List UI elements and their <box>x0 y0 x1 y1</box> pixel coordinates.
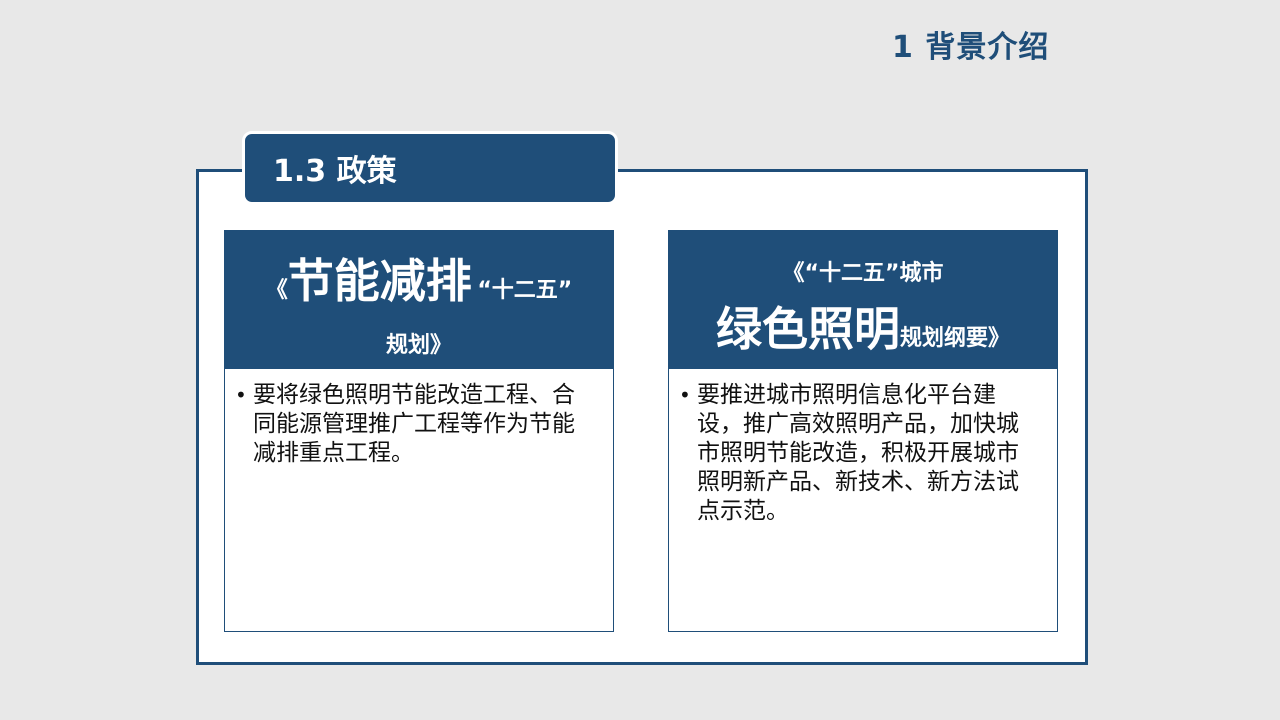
card-header-line2: 规划》 <box>385 333 452 358</box>
slide-title: 1 背景介绍 <box>892 30 1050 65</box>
card-header-suffix: 规划纲要》 <box>899 326 1010 351</box>
card-header: 《节能减排 “十二五” 规划》 <box>225 231 613 369</box>
card-header-line1: 《节能减排 “十二五” <box>225 245 613 311</box>
card-header-main: 绿色照明 <box>715 302 900 356</box>
card-header-suffix: “十二五” <box>477 278 573 303</box>
card-header-line2: 绿色照明规划纲要》 <box>669 293 1057 359</box>
section-heading: 1.3 政策 <box>242 131 618 205</box>
section-title: 1.3 政策 <box>273 154 397 189</box>
bullet-icon: • <box>679 383 691 407</box>
card-header-main: 节能减排 <box>287 254 472 308</box>
card-body-text: 要推进城市照明信息化平台建设，推广高效照明产品，加快城市照明节能改造，积极开展城… <box>697 382 1019 524</box>
open-bracket: 《 <box>265 278 288 303</box>
policy-card-energy-saving: 《节能减排 “十二五” 规划》 • 要将绿色照明节能改造工程、合同能源管理推广工… <box>224 230 614 632</box>
card-header: 《“十二五”城市 绿色照明规划纲要》 <box>669 231 1057 369</box>
card-body: • 要将绿色照明节能改造工程、合同能源管理推广工程等作为节能减排重点工程。 <box>225 369 613 468</box>
card-body: • 要推进城市照明信息化平台建设，推广高效照明产品，加快城市照明节能改造，积极开… <box>669 369 1057 526</box>
bullet-icon: • <box>235 383 247 407</box>
card-header-line1: 《“十二五”城市 <box>782 261 944 286</box>
card-body-text: 要将绿色照明节能改造工程、合同能源管理推广工程等作为节能减排重点工程。 <box>253 382 575 466</box>
policy-card-green-lighting: 《“十二五”城市 绿色照明规划纲要》 • 要推进城市照明信息化平台建设，推广高效… <box>668 230 1058 632</box>
